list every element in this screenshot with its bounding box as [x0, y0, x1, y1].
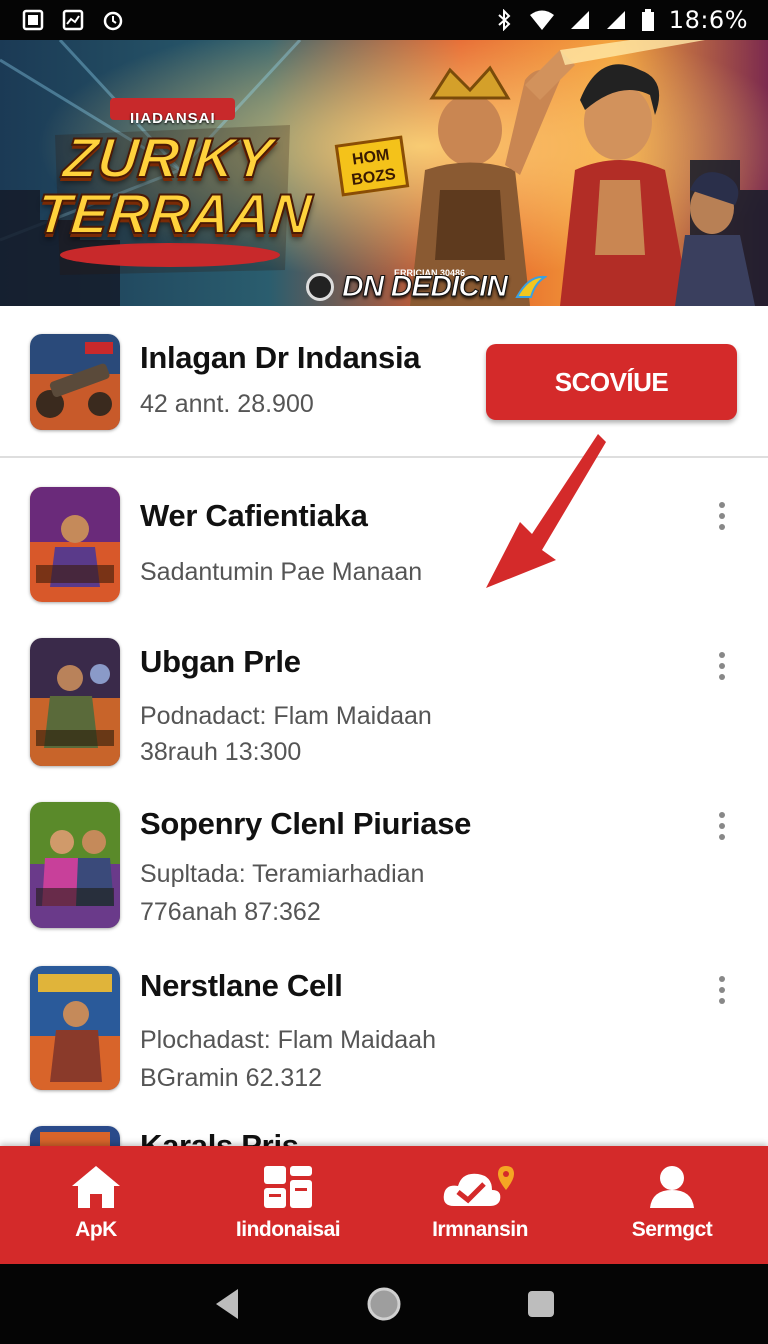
- wifi-icon: [529, 10, 554, 30]
- nav-item-dashboard[interactable]: Iindonaisai: [192, 1146, 384, 1264]
- brand-swoosh-icon: [515, 275, 548, 298]
- profile-icon: [650, 1166, 694, 1208]
- hero-brand-text: DN DEDICIN: [341, 270, 508, 304]
- list-item-line1: Plochadast: Flam Maidaah: [140, 1026, 436, 1054]
- dot: [719, 524, 725, 530]
- list-item-title: Sopenry Clenl Piuriase: [140, 806, 472, 841]
- back-icon[interactable]: [212, 1287, 242, 1321]
- hero-title-line1: ZURIKY: [59, 125, 276, 190]
- featured-action-button[interactable]: SCOVÍUE: [486, 344, 737, 420]
- status-left-icons: [22, 9, 124, 31]
- list-item-line1: Supltada: Teramiarhadian: [140, 860, 425, 888]
- list-app-icon[interactable]: [30, 638, 120, 766]
- list-item-line2: 38rauh 13:300: [140, 738, 302, 766]
- home-circle-icon[interactable]: [366, 1286, 402, 1322]
- home-icon: [72, 1166, 120, 1208]
- hero-title: ZURIKY TERRAAN: [33, 125, 315, 246]
- nav-item-cloud[interactable]: Irmnansin: [384, 1146, 576, 1264]
- list-item-title: Ubgan Prle: [140, 644, 301, 679]
- dashboard-icon: [264, 1166, 312, 1208]
- dot: [719, 663, 725, 669]
- status-bar: 18:6%: [0, 0, 768, 40]
- list-item[interactable]: Karals Pris: [0, 1112, 768, 1146]
- hero-brand: DN DEDICIN: [306, 270, 548, 304]
- list-app-icon[interactable]: [30, 1126, 120, 1146]
- nav-label: Iindonaisai: [235, 1218, 341, 1241]
- list-item[interactable]: Ubgan Prle Podnadact: Flam Maidaan 38rau…: [0, 620, 768, 780]
- featured-subtitle: 42 annt. 28.900: [140, 390, 314, 418]
- list-item-line2: BGramin 62.312: [140, 1064, 323, 1092]
- list-item[interactable]: Wer Cafientiaka Sadantumin Pae Manaan: [0, 460, 768, 610]
- dot: [719, 652, 725, 658]
- list-item-title: Wer Cafientiaka: [140, 498, 368, 533]
- nav-label: Irmnansin: [432, 1218, 528, 1241]
- bluetooth-icon: [498, 9, 511, 31]
- brand-disc-icon: [306, 273, 334, 301]
- cloud-check-icon: [443, 1166, 514, 1206]
- hero-tag: IIADANSAI: [130, 110, 216, 127]
- hero-badge: HOM BOZS: [334, 135, 410, 197]
- dot: [719, 834, 725, 840]
- list-item-line2: 776anah 87:362: [140, 898, 321, 926]
- dot: [719, 976, 725, 982]
- featured-title: Inlagan Dr Indansia: [140, 340, 421, 375]
- status-right-icons: 18:6%: [493, 6, 748, 34]
- dot: [719, 998, 725, 1004]
- pointer-arrow-icon: [486, 434, 606, 588]
- list-app-icon[interactable]: [30, 802, 120, 928]
- dot: [719, 674, 725, 680]
- list-icon-art: [30, 1126, 120, 1146]
- featured-icon-art: [30, 334, 120, 430]
- hero-title-line2: TERRAAN: [33, 181, 315, 246]
- recents-icon[interactable]: [526, 1289, 556, 1319]
- more-options-button[interactable]: [710, 646, 734, 686]
- list-icon-art: [30, 638, 120, 766]
- list-item-title: Karals Pris: [140, 1128, 299, 1146]
- system-navigation-bar: [0, 1264, 768, 1344]
- list-icon-art: [30, 966, 120, 1090]
- list-item-line1: Sadantumin Pae Manaan: [140, 558, 423, 586]
- more-options-button[interactable]: [710, 806, 734, 846]
- battery-icon: [641, 9, 654, 31]
- hero-banner[interactable]: IIADANSAI ZURIKY TERRAAN HOM BOZS ERRICI…: [0, 40, 768, 306]
- status-time: 18:6%: [668, 6, 748, 34]
- dot: [719, 812, 725, 818]
- list-app-icon[interactable]: [30, 487, 120, 602]
- photo-icon: [22, 9, 44, 31]
- dot: [719, 823, 725, 829]
- nav-item-apk[interactable]: ApK: [0, 1146, 192, 1264]
- nav-label: ApK: [75, 1218, 117, 1241]
- list-item-title: Nerstlane Cell: [140, 968, 343, 1003]
- list-item[interactable]: Sopenry Clenl Piuriase Supltada: Teramia…: [0, 784, 768, 944]
- more-options-button[interactable]: [710, 970, 734, 1010]
- featured-app-icon[interactable]: [30, 334, 120, 430]
- chart-icon: [62, 9, 84, 31]
- dot: [719, 502, 725, 508]
- alarm-icon: [103, 11, 123, 31]
- bottom-navigation: ApK Iindonaisai Irmnansin Sermgct: [0, 1146, 768, 1264]
- signal-icon-2: [606, 11, 625, 29]
- dot: [719, 987, 725, 993]
- featured-app[interactable]: Inlagan Dr Indansia 42 annt. 28.900 SCOV…: [0, 306, 768, 458]
- signal-icon: [570, 11, 589, 29]
- nav-item-profile[interactable]: Sermgct: [576, 1146, 768, 1264]
- nav-label: Sermgct: [631, 1218, 713, 1241]
- list-item[interactable]: Nerstlane Cell Plochadast: Flam Maidaah …: [0, 948, 768, 1108]
- more-options-button[interactable]: [710, 496, 734, 536]
- list-item-line1: Podnadact: Flam Maidaan: [140, 702, 432, 730]
- dot: [719, 513, 725, 519]
- list-icon-art: [30, 487, 120, 602]
- list-icon-art: [30, 802, 120, 928]
- list-app-icon[interactable]: [30, 966, 120, 1090]
